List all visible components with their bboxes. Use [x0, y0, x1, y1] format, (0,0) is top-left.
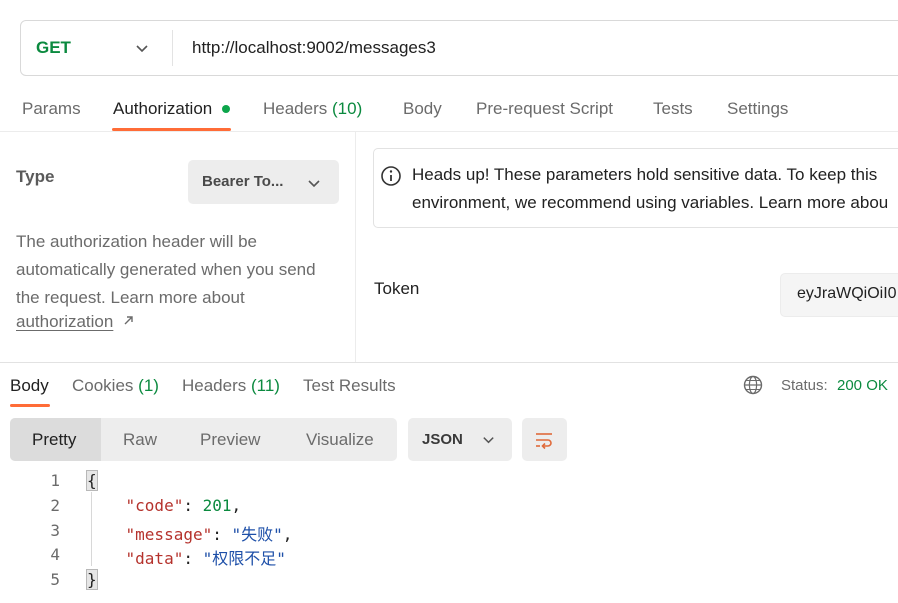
- json-value: 201: [202, 496, 232, 515]
- tab-params[interactable]: Params: [22, 99, 81, 119]
- json-key: "message": [125, 525, 213, 544]
- notice-text: Heads up! These parameters hold sensitiv…: [412, 165, 878, 184]
- code-line[interactable]: "code": 201,: [87, 496, 242, 515]
- tab-response-headers[interactable]: Headers (11): [182, 376, 280, 396]
- url-input[interactable]: http://localhost:9002/messages3: [192, 38, 436, 58]
- token-value[interactable]: eyJraWQiOiI0: [797, 285, 897, 303]
- line-number: 3: [50, 521, 60, 540]
- line-number: 4: [50, 545, 60, 564]
- code-line[interactable]: {: [86, 470, 98, 491]
- line-number: 1: [50, 471, 60, 490]
- chevron-down-icon[interactable]: [306, 175, 322, 191]
- panel-divider: [355, 132, 356, 362]
- view-visualize[interactable]: Visualize: [306, 430, 374, 450]
- json-brace: }: [86, 569, 98, 590]
- url-divider: [172, 30, 173, 66]
- info-icon: [381, 166, 401, 186]
- tab-cookies-count: (1): [138, 376, 159, 395]
- code-line[interactable]: }: [86, 569, 98, 590]
- json-key: "code": [125, 496, 184, 515]
- chevron-down-icon[interactable]: [134, 40, 150, 56]
- active-tab-underline: [10, 404, 50, 407]
- active-indicator-dot: [222, 105, 230, 113]
- json-value: "权限不足": [202, 549, 286, 568]
- tab-response-headers-label: Headers: [182, 376, 247, 395]
- auth-description-line: automatically generated when you send: [16, 260, 316, 279]
- auth-description: The authorization header will be automat…: [16, 228, 346, 312]
- tab-cookies[interactable]: Cookies (1): [72, 376, 159, 396]
- json-key: "data": [125, 549, 184, 568]
- chevron-down-icon[interactable]: [481, 432, 496, 447]
- tab-settings[interactable]: Settings: [727, 99, 788, 119]
- tab-tests[interactable]: Tests: [653, 99, 693, 119]
- auth-description-line: the request. Learn more about: [16, 288, 245, 307]
- url-bar: [20, 20, 898, 76]
- sensitive-data-notice: [373, 148, 898, 228]
- code-line[interactable]: "data": "权限不足": [87, 545, 286, 569]
- tab-pre-request-script[interactable]: Pre-request Script: [476, 99, 613, 119]
- divider: [0, 131, 898, 132]
- tab-response-body[interactable]: Body: [10, 376, 49, 396]
- line-number: 2: [50, 496, 60, 515]
- auth-type-value[interactable]: Bearer To...: [202, 173, 283, 190]
- auth-type-label: Type: [16, 167, 55, 186]
- format-value[interactable]: JSON: [422, 431, 463, 448]
- external-link-arrow-icon[interactable]: [122, 313, 136, 327]
- tab-response-headers-count: (11): [251, 376, 280, 395]
- line-number: 5: [50, 570, 60, 589]
- tab-body[interactable]: Body: [403, 99, 442, 119]
- globe-icon[interactable]: [743, 375, 763, 395]
- tab-test-results[interactable]: Test Results: [303, 376, 396, 396]
- auth-description-line: The authorization header will be: [16, 232, 257, 251]
- tab-cookies-label: Cookies: [72, 376, 134, 395]
- method-selector[interactable]: GET: [36, 38, 71, 58]
- notice-text: environment, we recommend using variable…: [412, 193, 889, 212]
- tab-headers-label: Headers: [263, 99, 328, 118]
- status-label: Status:: [781, 377, 828, 394]
- view-raw[interactable]: Raw: [123, 430, 157, 450]
- wrap-lines-icon[interactable]: [533, 429, 555, 451]
- status-value[interactable]: 200 OK: [837, 377, 888, 394]
- tab-headers-count: (10): [332, 99, 363, 118]
- divider: [0, 362, 898, 363]
- json-value: "失败": [231, 525, 283, 544]
- tab-headers[interactable]: Headers (10): [263, 99, 362, 119]
- json-brace: {: [86, 470, 98, 491]
- view-preview[interactable]: Preview: [200, 430, 260, 450]
- authorization-link[interactable]: authorization: [16, 312, 113, 332]
- view-pretty[interactable]: Pretty: [32, 430, 76, 450]
- token-label: Token: [374, 279, 420, 298]
- code-line[interactable]: "message": "失败",: [87, 521, 293, 545]
- tab-authorization[interactable]: Authorization: [113, 99, 212, 119]
